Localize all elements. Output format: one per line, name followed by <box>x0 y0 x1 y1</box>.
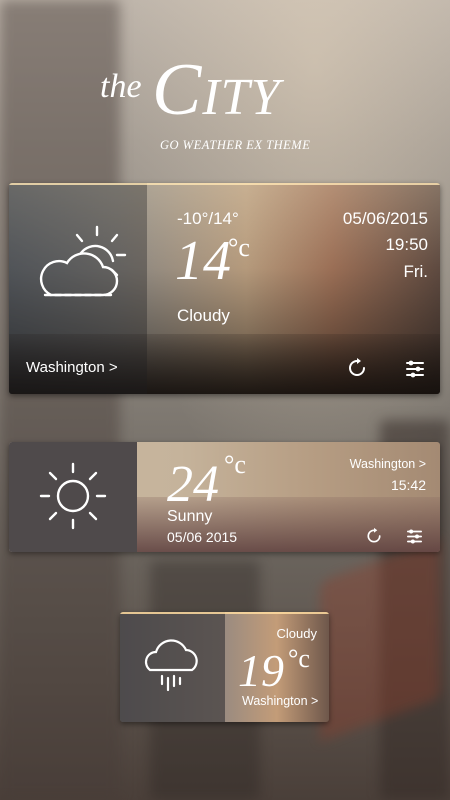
location-link[interactable]: Washington > <box>350 457 426 471</box>
accent-line <box>9 183 440 185</box>
weather-condition: Cloudy <box>177 306 230 325</box>
weather-widget-medium[interactable]: 24 °c Sunny 05/06 2015 Washington > 15:4… <box>9 442 440 552</box>
location-link[interactable]: Washington > <box>26 359 118 376</box>
temperature-unit: °c <box>288 644 310 673</box>
date-text: 05/06 2015 <box>167 529 238 545</box>
temperature-range: -10°/14° <box>177 209 239 228</box>
logo-subtitle: GO WEATHER EX THEME <box>160 138 311 152</box>
date-text: 05/06/2015 <box>342 209 428 228</box>
sun-icon <box>37 460 109 532</box>
time-text: 19:50 <box>385 235 428 254</box>
current-temperature: 19 <box>238 645 284 696</box>
current-temperature: 24 <box>167 456 219 513</box>
location-link[interactable]: Washington > <box>242 694 318 708</box>
theme-logo: the City GO WEATHER EX THEME <box>0 49 450 160</box>
temperature-unit: °c <box>228 233 250 262</box>
weather-condition: Sunny <box>167 508 213 525</box>
weekday-text: Fri. <box>403 262 428 281</box>
weather-condition: Cloudy <box>276 626 317 641</box>
logo-city-text: City <box>152 49 281 131</box>
weather-widget-small[interactable]: Cloudy 19 °c Washington > <box>120 612 329 722</box>
temperature-unit: °c <box>224 450 246 479</box>
menu-icon[interactable] <box>405 360 425 378</box>
logo-the-text: the <box>100 68 142 105</box>
partly-cloudy-icon <box>37 223 135 307</box>
time-text: 15:42 <box>390 477 426 493</box>
refresh-icon[interactable] <box>365 527 383 545</box>
refresh-icon[interactable] <box>346 357 368 379</box>
weather-widget-large[interactable]: -10°/14° 14 °c Cloudy 05/06/2015 19:50 F… <box>9 183 440 394</box>
menu-icon[interactable] <box>406 529 423 544</box>
accent-line <box>120 612 329 614</box>
rain-cloud-icon <box>140 634 202 696</box>
current-temperature: 14 <box>175 230 231 292</box>
